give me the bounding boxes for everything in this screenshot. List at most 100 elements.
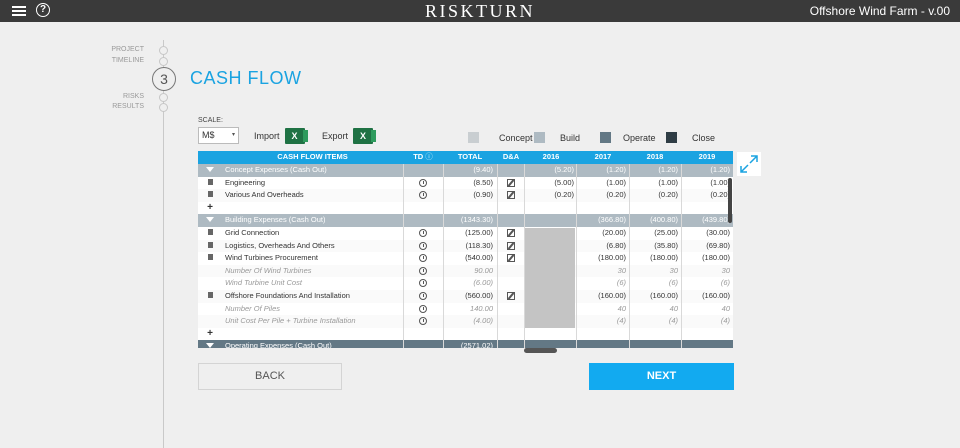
delete-row[interactable]: [198, 240, 222, 253]
delete-row[interactable]: [198, 189, 222, 202]
nav-project-label[interactable]: PROJECT: [111, 46, 144, 53]
scale-label: SCALE:: [198, 117, 223, 124]
column-header-2016: 2016: [542, 152, 560, 161]
edit-da-button[interactable]: [497, 227, 525, 240]
year-cell[interactable]: 40: [577, 303, 629, 316]
vertical-scrollbar[interactable]: [728, 178, 732, 223]
year-cell[interactable]: (6.80): [577, 240, 629, 253]
year-cell[interactable]: (6): [577, 277, 629, 290]
total-cell: (4.00): [473, 316, 493, 326]
year-cell[interactable]: (160.00): [629, 290, 681, 303]
year-cell[interactable]: 30: [577, 265, 629, 278]
time-distribution-button[interactable]: [403, 189, 443, 202]
year-cell[interactable]: 30: [629, 265, 681, 278]
year-cell[interactable]: (20.00): [577, 227, 629, 240]
export-button[interactable]: Export X: [322, 128, 377, 144]
clock-icon: [419, 292, 427, 301]
edit-da-button[interactable]: [497, 252, 525, 265]
item-name[interactable]: Engineering: [225, 177, 403, 190]
year-cell[interactable]: (5.00): [525, 177, 577, 190]
trash-icon: [207, 229, 213, 236]
import-button[interactable]: Import X: [254, 128, 308, 144]
time-distribution-button[interactable]: [403, 252, 443, 265]
time-distribution-button[interactable]: [403, 315, 443, 328]
year-cell[interactable]: (6): [681, 277, 733, 290]
year-cell[interactable]: (69.80): [681, 240, 733, 253]
item-name[interactable]: Logistics, Overheads And Others: [225, 240, 403, 253]
collapse-toggle[interactable]: [198, 340, 222, 348]
horizontal-scrollbar[interactable]: [524, 348, 557, 353]
time-distribution-button[interactable]: [403, 303, 443, 316]
edit-da-button[interactable]: [497, 177, 525, 190]
collapse-toggle[interactable]: [198, 164, 222, 177]
year-cell[interactable]: (180.00): [681, 252, 733, 265]
add-item-icon[interactable]: +: [198, 328, 222, 341]
delete-row[interactable]: [198, 177, 222, 190]
disabled-cell-block: [524, 228, 575, 328]
year-cell[interactable]: 40: [681, 303, 733, 316]
delete-row[interactable]: [198, 227, 222, 240]
edit-da-button[interactable]: [497, 290, 525, 303]
edit-icon: [507, 229, 515, 238]
year-cell[interactable]: (0.20): [525, 189, 577, 202]
project-name[interactable]: Offshore Wind Farm - v.00: [810, 4, 950, 18]
item-row: Engineering (8.50) (5.00) (1.00) (1.00) (1.00…: [198, 177, 733, 190]
nav-risks-label[interactable]: RISKS: [123, 93, 144, 100]
nav-timeline-label[interactable]: TIMELINE: [112, 57, 144, 64]
year-cell[interactable]: 40: [629, 303, 681, 316]
year-cell[interactable]: (4): [681, 315, 733, 328]
next-button[interactable]: NEXT: [589, 363, 734, 390]
scale-select[interactable]: M$ ▾: [198, 127, 239, 144]
year-cell[interactable]: (180.00): [629, 252, 681, 265]
caret-down-icon: [206, 217, 214, 223]
total-cell: (118.30): [465, 240, 493, 250]
item-name[interactable]: Number Of Wind Turbines: [225, 265, 403, 278]
collapse-toggle[interactable]: [198, 214, 222, 227]
trash-icon: [207, 254, 213, 261]
time-distribution-button[interactable]: [403, 265, 443, 278]
year-cell[interactable]: (1.00): [577, 177, 629, 190]
time-distribution-button[interactable]: [403, 277, 443, 290]
nav-risks-dot[interactable]: [159, 93, 168, 102]
year-cell[interactable]: (25.00): [629, 227, 681, 240]
item-name[interactable]: Various And Overheads: [225, 189, 403, 202]
time-distribution-button[interactable]: [403, 177, 443, 190]
time-distribution-button[interactable]: [403, 290, 443, 303]
nav-results-dot[interactable]: [159, 103, 168, 112]
year-cell[interactable]: 30: [681, 265, 733, 278]
nav-timeline-dot[interactable]: [159, 57, 168, 66]
year-cell[interactable]: (1.00): [681, 177, 733, 190]
expand-icon[interactable]: [737, 152, 761, 176]
nav-project-dot[interactable]: [159, 46, 168, 55]
item-name[interactable]: Unit Cost Per Pile + Turbine Installatio…: [225, 315, 403, 328]
year-cell[interactable]: (160.00): [577, 290, 629, 303]
item-name[interactable]: Number Of Piles: [225, 303, 403, 316]
add-item-icon[interactable]: +: [198, 202, 222, 215]
add-row: +: [198, 328, 733, 341]
delete-row[interactable]: [198, 290, 222, 303]
year-cell[interactable]: (30.00): [681, 227, 733, 240]
page-title: CASH FLOW: [190, 68, 302, 88]
delete-row[interactable]: [198, 252, 222, 265]
year-cell[interactable]: (4): [577, 315, 629, 328]
year-cell[interactable]: (180.00): [577, 252, 629, 265]
year-cell[interactable]: (160.00): [681, 290, 733, 303]
total-cell: (1343.30): [460, 215, 493, 225]
nav-results-label[interactable]: RESULTS: [112, 103, 144, 110]
back-button[interactable]: BACK: [198, 363, 342, 390]
time-distribution-button[interactable]: [403, 240, 443, 253]
year-cell[interactable]: (6): [629, 277, 681, 290]
item-name[interactable]: Wind Turbines Procurement: [225, 252, 403, 265]
year-cell[interactable]: (0.20): [681, 189, 733, 202]
item-name[interactable]: Wind Turbine Unit Cost: [225, 277, 403, 290]
time-distribution-button[interactable]: [403, 227, 443, 240]
year-cell[interactable]: (35.80): [629, 240, 681, 253]
year-cell[interactable]: (0.20): [577, 189, 629, 202]
year-cell[interactable]: (1.00): [629, 177, 681, 190]
item-name[interactable]: Offshore Foundations And Installation: [225, 290, 403, 303]
item-name[interactable]: Grid Connection: [225, 227, 403, 240]
edit-da-button[interactable]: [497, 240, 525, 253]
year-cell[interactable]: (4): [629, 315, 681, 328]
year-cell[interactable]: (0.20): [629, 189, 681, 202]
edit-da-button[interactable]: [497, 189, 525, 202]
